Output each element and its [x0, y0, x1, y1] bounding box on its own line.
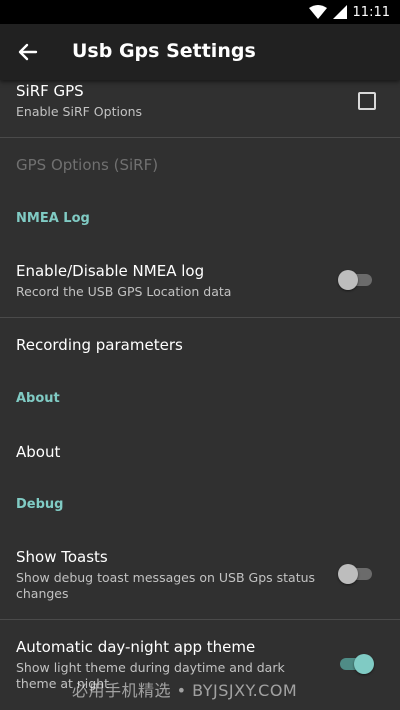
category-debug: Debug — [16, 497, 64, 512]
pref-title: Automatic day-night app theme — [16, 638, 256, 656]
pref-recording-parameters[interactable]: Recording parameters — [0, 318, 400, 372]
switch-thumb — [354, 654, 374, 674]
status-bar: 11:11 — [0, 0, 400, 24]
pref-summary: Record the USB GPS Location data — [16, 284, 232, 299]
arrow-back-icon — [18, 43, 38, 61]
switch-thumb — [338, 564, 358, 584]
watermark: 必用手机精选 • BYJSJXY.COM — [72, 681, 298, 700]
battery-icon — [332, 5, 347, 19]
nmea-log-switch[interactable] — [338, 270, 374, 290]
category-nmea-log: NMEA Log — [16, 211, 90, 226]
page-title: Usb Gps Settings — [72, 40, 256, 62]
back-button[interactable] — [14, 40, 42, 64]
pref-about[interactable]: About — [0, 424, 400, 478]
pref-title: SiRF GPS — [16, 82, 84, 100]
app-toolbar: Usb Gps Settings — [0, 24, 400, 80]
pref-show-toasts[interactable]: Show Toasts Show debug toast messages on… — [0, 530, 400, 619]
pref-title: Show Toasts — [16, 548, 108, 566]
pref-summary: Show debug toast messages on USB Gps sta… — [16, 570, 316, 601]
status-time: 11:11 — [352, 4, 390, 20]
category-about: About — [16, 391, 60, 406]
pref-title: Enable/Disable NMEA log — [16, 262, 205, 280]
settings-list[interactable]: SiRF GPS Enable SiRF Options GPS Options… — [0, 80, 400, 710]
day-night-switch[interactable] — [338, 654, 374, 674]
pref-nmea-log[interactable]: Enable/Disable NMEA log Record the USB G… — [0, 244, 400, 317]
switch-thumb — [338, 270, 358, 290]
pref-summary: Enable SiRF Options — [16, 104, 143, 119]
pref-sirf-gps[interactable]: SiRF GPS Enable SiRF Options — [0, 80, 400, 137]
sirf-checkbox[interactable] — [358, 92, 376, 110]
wifi-icon — [308, 5, 327, 19]
pref-title: GPS Options (SiRF) — [16, 156, 159, 174]
show-toasts-switch[interactable] — [338, 564, 374, 584]
pref-gps-options: GPS Options (SiRF) — [0, 138, 400, 192]
pref-title: Recording parameters — [16, 336, 183, 354]
pref-title: About — [16, 443, 61, 461]
